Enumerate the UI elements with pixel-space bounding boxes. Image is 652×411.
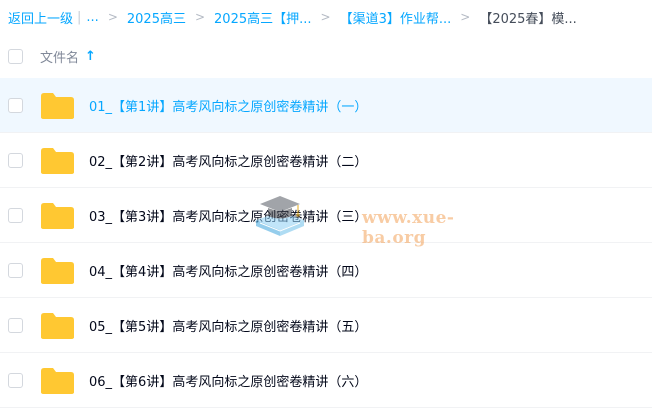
back-link[interactable]: 返回上一级 (8, 8, 73, 27)
row-checkbox[interactable] (8, 98, 23, 113)
row-checkbox[interactable] (8, 153, 23, 168)
list-item[interactable]: 03_【第3讲】高考风向标之原创密卷精讲（三） (0, 188, 652, 243)
filename-column-label: 文件名 (40, 50, 80, 66)
folder-name[interactable]: 06_【第6讲】高考风向标之原创密卷精讲（六） (89, 371, 367, 390)
breadcrumb-current: 【2025春】模... (479, 11, 577, 27)
breadcrumb-separator: > (460, 10, 471, 24)
breadcrumb-item-channel[interactable]: 【渠道3】作业帮... (340, 8, 452, 27)
breadcrumb-separator: > (107, 10, 118, 24)
file-browser: 返回上一级 | ... > 2025高三 > 2025高三【押... > 【渠道… (0, 0, 652, 411)
folder-name[interactable]: 01_【第1讲】高考风向标之原创密卷精讲（一） (89, 96, 367, 115)
row-checkbox[interactable] (8, 318, 23, 333)
folder-name[interactable]: 05_【第5讲】高考风向标之原创密卷精讲（五） (89, 316, 367, 335)
select-all-checkbox[interactable] (8, 48, 23, 64)
list-item[interactable]: 06_【第6讲】高考风向标之原创密卷精讲（六） (0, 353, 652, 408)
list-item[interactable]: 01_【第1讲】高考风向标之原创密卷精讲（一） (0, 78, 652, 133)
filename-column-header[interactable]: 文件名 ↑ (40, 47, 96, 66)
folder-icon (40, 312, 75, 340)
folder-icon (40, 92, 75, 120)
list-header: 文件名 ↑ (0, 34, 652, 78)
row-checkbox[interactable] (8, 208, 23, 223)
folder-icon (40, 367, 75, 395)
folder-name[interactable]: 03_【第3讲】高考风向标之原创密卷精讲（三） (89, 206, 367, 225)
breadcrumb-separator: > (194, 10, 206, 24)
breadcrumb: 返回上一级 | ... > 2025高三 > 2025高三【押... > 【渠道… (8, 0, 577, 34)
list-item[interactable]: 02_【第2讲】高考风向标之原创密卷精讲（二） (0, 133, 652, 188)
folder-icon (40, 257, 75, 285)
row-checkbox[interactable] (8, 373, 23, 388)
folder-name[interactable]: 02_【第2讲】高考风向标之原创密卷精讲（二） (89, 151, 367, 170)
list-item[interactable]: 05_【第5讲】高考风向标之原创密卷精讲（五） (0, 298, 652, 353)
breadcrumb-ellipsis[interactable]: ... (86, 10, 98, 25)
folder-name[interactable]: 04_【第4讲】高考风向标之原创密卷精讲（四） (89, 261, 367, 280)
row-checkbox[interactable] (8, 263, 23, 278)
breadcrumb-divider: | (77, 9, 82, 25)
breadcrumb-item-2025-gaosan[interactable]: 2025高三 (127, 8, 186, 27)
sort-ascending-arrow-icon[interactable]: ↑ (85, 49, 96, 64)
folder-icon (40, 202, 75, 230)
list-item[interactable]: 04_【第4讲】高考风向标之原创密卷精讲（四） (0, 243, 652, 298)
breadcrumb-separator: > (320, 10, 331, 24)
folder-icon (40, 147, 75, 175)
breadcrumb-item-yati[interactable]: 2025高三【押... (214, 8, 311, 27)
